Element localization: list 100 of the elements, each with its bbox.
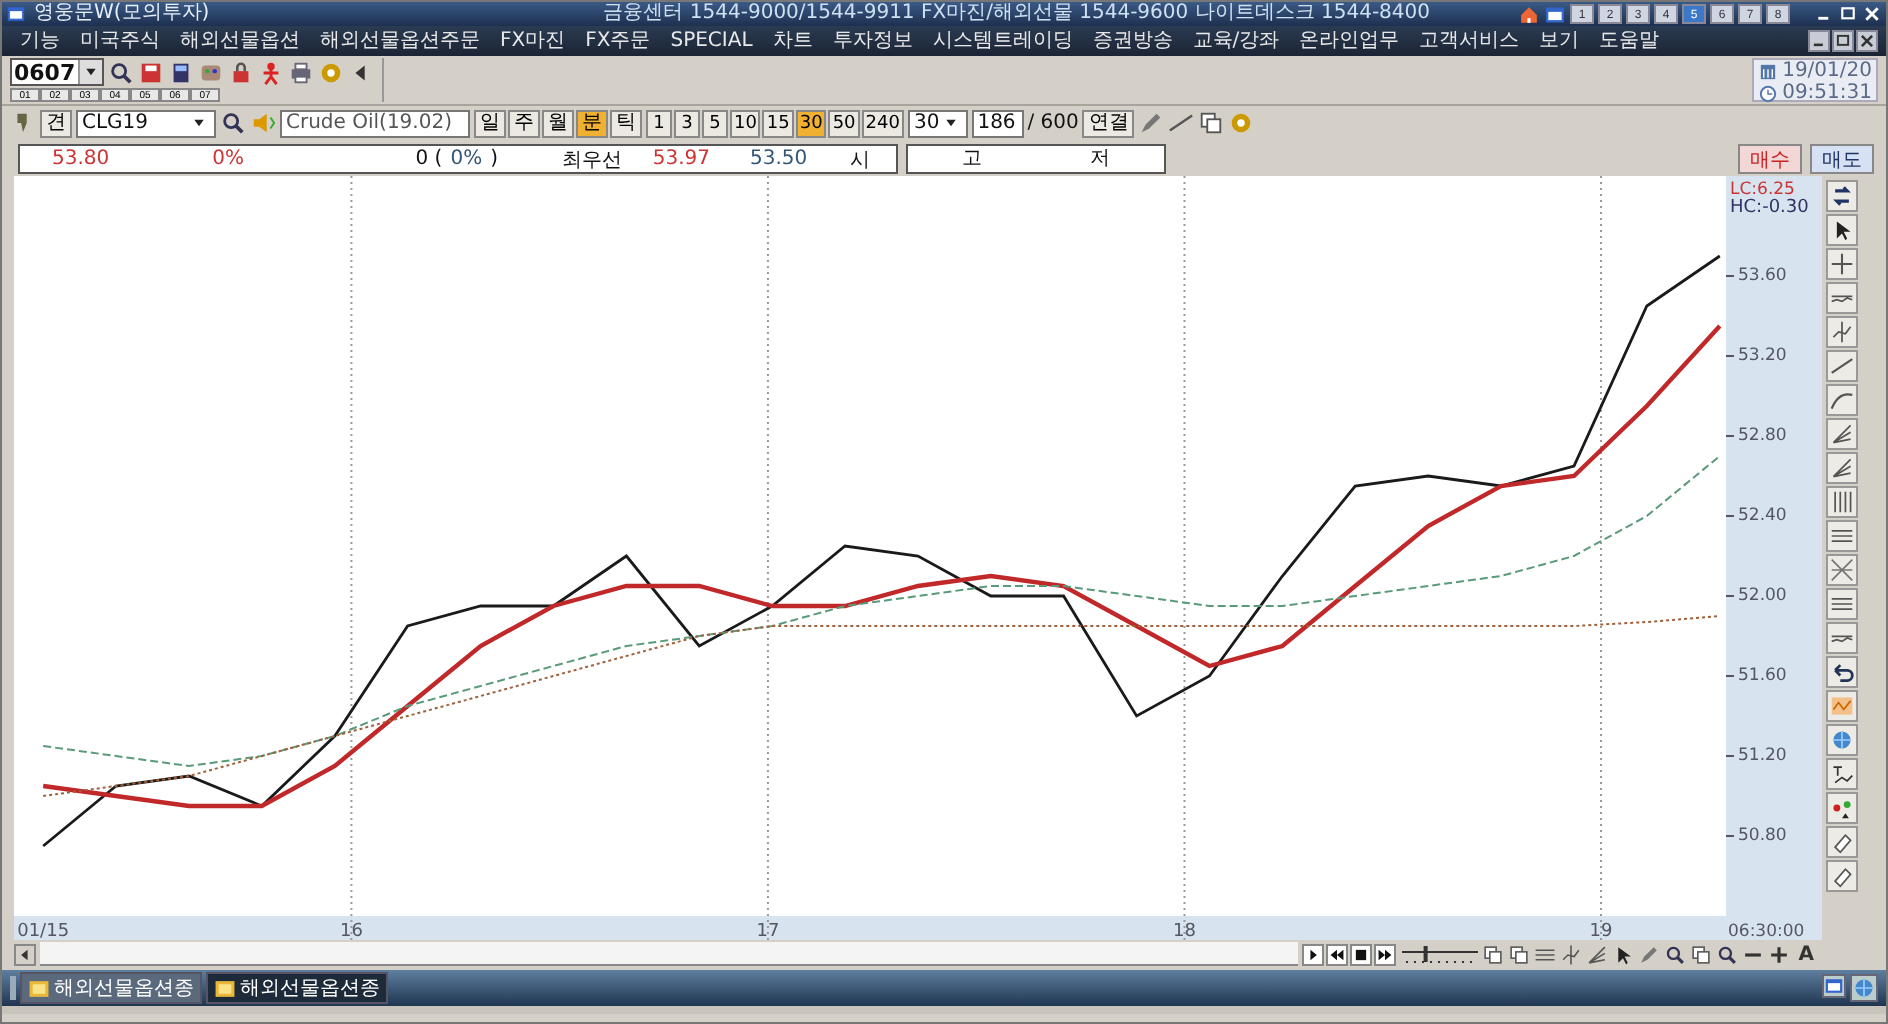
tray-icon[interactable] <box>1850 974 1878 1002</box>
interval-button[interactable]: 3 <box>673 109 700 137</box>
count-field[interactable]: 186 <box>971 109 1024 137</box>
cursor-icon[interactable] <box>1826 214 1858 246</box>
menu-item[interactable]: FX마진 <box>490 27 576 55</box>
maximize-icon[interactable] <box>1838 4 1858 24</box>
fan-lines-icon[interactable] <box>1826 418 1858 450</box>
menu-item[interactable]: 시스템트레이딩 <box>922 27 1083 55</box>
menu-item[interactable]: 해외선물옵션 <box>170 27 310 55</box>
interval-button[interactable]: 15 <box>762 109 794 137</box>
symbol-combo[interactable]: CLG19 <box>76 109 216 137</box>
window-list-icon[interactable] <box>1822 974 1846 998</box>
folder-icon <box>28 977 50 999</box>
interval-combo[interactable]: 30 <box>907 109 968 137</box>
dropdown-icon[interactable] <box>77 60 102 84</box>
app-icon <box>6 4 26 24</box>
period-button[interactable]: 분 <box>575 109 608 137</box>
close-icon[interactable] <box>1856 30 1878 52</box>
menu-item[interactable]: 미국주식 <box>70 27 170 55</box>
line-icon[interactable] <box>1168 110 1195 136</box>
scroll-left-icon[interactable] <box>14 943 36 965</box>
mode-button[interactable]: 견 <box>40 109 72 137</box>
minimize-icon[interactable] <box>1808 30 1830 52</box>
axis-label: 52.00 <box>1738 586 1787 606</box>
plus-icon[interactable] <box>1768 943 1791 965</box>
level-lines-icon[interactable] <box>1826 588 1858 620</box>
crosshair-icon[interactable] <box>1826 248 1858 280</box>
menu-item[interactable]: 교육/강좌 <box>1182 27 1290 55</box>
calendar-icon <box>1758 61 1779 81</box>
zoom-icon[interactable] <box>1716 943 1739 965</box>
home-icon[interactable] <box>1518 3 1540 25</box>
axis-label: 52.40 <box>1738 506 1787 526</box>
menu-item[interactable]: 해외선물옵션주문 <box>310 27 490 55</box>
menu-item[interactable]: 온라인업무 <box>1289 27 1410 55</box>
period-button[interactable]: 틱 <box>609 109 642 137</box>
period-button[interactable]: 일 <box>473 109 506 137</box>
menu-item[interactable]: 고객서비스 <box>1409 27 1530 55</box>
best-label: 최우선 <box>560 147 624 173</box>
shapes-icon[interactable] <box>1826 792 1858 824</box>
slider-thumb[interactable] <box>1424 945 1429 961</box>
play-icon[interactable] <box>1302 943 1325 965</box>
sell-button[interactable]: 매도 <box>1810 143 1874 173</box>
erase-all-icon[interactable] <box>1826 860 1858 892</box>
interval-button[interactable]: 50 <box>828 109 860 137</box>
symbol-name-field: Crude Oil(19.02) <box>280 109 470 137</box>
copy-icon[interactable] <box>1482 943 1505 965</box>
printer-icon[interactable] <box>287 59 314 85</box>
interval-button[interactable]: 30 <box>795 109 827 137</box>
maximize-icon[interactable] <box>1832 30 1854 52</box>
menu-item[interactable]: FX주문 <box>575 27 661 55</box>
interval-button[interactable]: 5 <box>701 109 728 137</box>
menu-item[interactable]: 증권방송 <box>1082 27 1183 55</box>
interval-button[interactable]: 1 <box>645 109 672 137</box>
menu-item[interactable]: 차트 <box>762 27 823 55</box>
eraser-icon[interactable] <box>1826 826 1858 858</box>
search-icon[interactable] <box>1664 943 1687 965</box>
font-button[interactable]: A <box>1794 943 1818 965</box>
pencil-icon[interactable] <box>1138 110 1165 136</box>
cursor-icon[interactable] <box>1612 943 1635 965</box>
open-label: 시 <box>848 147 872 173</box>
axis-label: 52.80 <box>1738 426 1787 446</box>
taskbar-tab[interactable]: 해외선물옵션종 <box>20 972 202 1004</box>
text-tool-icon[interactable] <box>1826 758 1858 790</box>
channel-icon[interactable] <box>1826 622 1858 654</box>
search-icon[interactable] <box>107 59 134 85</box>
parallel-lines-icon[interactable] <box>1826 520 1858 552</box>
copy-icon[interactable] <box>1198 110 1225 136</box>
axis-label: 51.60 <box>1738 666 1787 686</box>
undo-icon[interactable] <box>1826 656 1858 688</box>
menu-item[interactable]: 투자정보 <box>822 27 923 55</box>
fast-forward-icon[interactable] <box>1374 943 1397 965</box>
fan-lines-icon[interactable] <box>1586 943 1609 965</box>
angle-lines-icon[interactable] <box>1826 452 1858 484</box>
date-text: 19/01/20 <box>1782 60 1872 82</box>
change-text: 0% <box>212 148 244 170</box>
menu-item[interactable]: 도움말 <box>1589 27 1670 55</box>
menu-item[interactable]: 보기 <box>1529 27 1590 55</box>
window-title: 영웅문W(모의투자) <box>34 2 210 26</box>
link-button[interactable]: 연결 <box>1082 109 1135 137</box>
screen-number-combo[interactable]: 0607 <box>10 58 104 86</box>
stop-icon[interactable] <box>1350 943 1373 965</box>
vertical-line-icon[interactable] <box>1560 943 1583 965</box>
curve-icon[interactable] <box>1826 384 1858 416</box>
axis-label: 19 <box>1589 922 1613 940</box>
menu-item[interactable]: SPECIAL <box>660 27 763 55</box>
vertical-line-icon[interactable] <box>1826 316 1858 348</box>
period-button[interactable]: 월 <box>541 109 574 137</box>
save-icon[interactable] <box>137 59 164 85</box>
menu-item[interactable]: 기능 <box>10 27 70 55</box>
rewind-icon[interactable] <box>1326 943 1349 965</box>
zoom-slider[interactable] <box>1400 943 1479 965</box>
vertical-lines-icon[interactable] <box>1826 486 1858 518</box>
buy-button[interactable]: 매수 <box>1738 143 1802 173</box>
search-icon[interactable] <box>220 110 246 136</box>
interval-button[interactable]: 240 <box>861 109 904 137</box>
taskbar-tab[interactable]: 해외선물옵션종 <box>206 972 388 1004</box>
price-text: 53.80 <box>52 148 110 170</box>
cross-lines-icon[interactable] <box>1826 554 1858 586</box>
period-button[interactable]: 주 <box>507 109 540 137</box>
interval-button[interactable]: 10 <box>729 109 761 137</box>
